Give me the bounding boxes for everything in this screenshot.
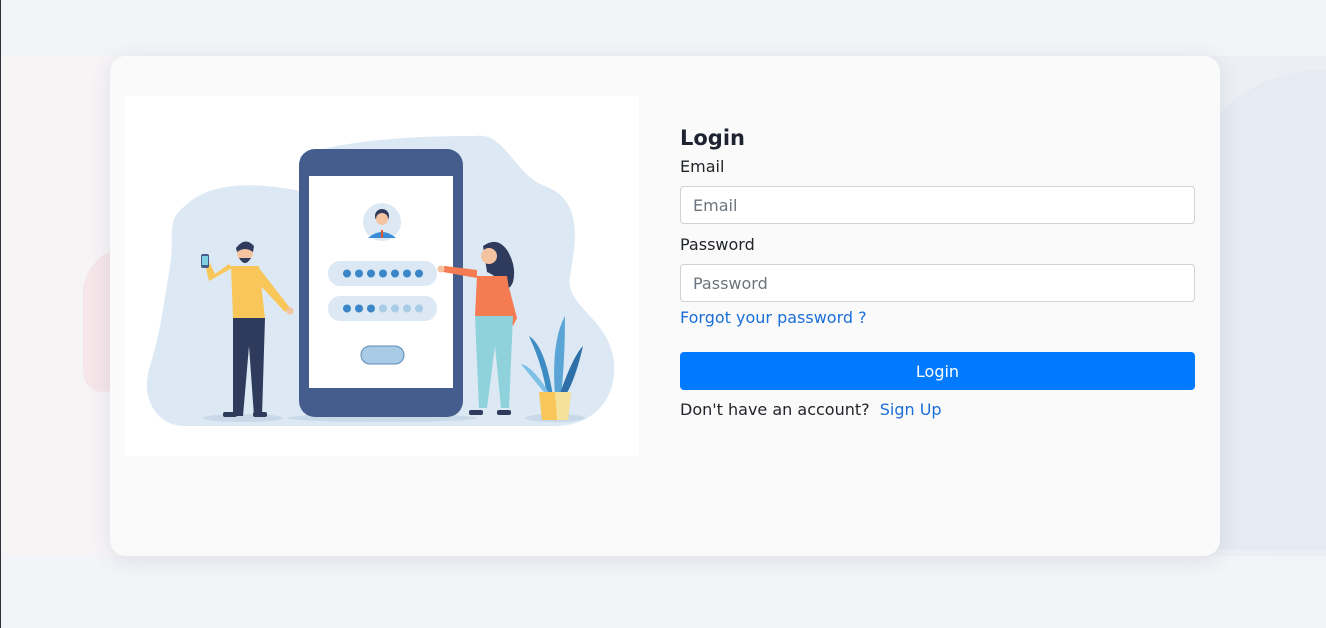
email-label: Email (680, 157, 725, 176)
forgot-password-link[interactable]: Forgot your password ? (680, 308, 1195, 328)
login-illustration-icon (125, 96, 639, 456)
password-label: Password (680, 235, 755, 254)
login-form: Login Email Password Forgot your passwor… (680, 124, 1195, 420)
no-account-text: Don't have an account? (680, 400, 870, 419)
login-card: Login Email Password Forgot your passwor… (110, 56, 1220, 556)
signup-row: Don't have an account? Sign Up (680, 400, 1195, 420)
login-button[interactable]: Login (680, 352, 1195, 390)
signup-link[interactable]: Sign Up (880, 400, 942, 419)
password-input[interactable] (680, 264, 1195, 302)
login-title: Login (680, 126, 745, 150)
email-input[interactable] (680, 186, 1195, 224)
page: Login Email Password Forgot your passwor… (0, 0, 1326, 628)
